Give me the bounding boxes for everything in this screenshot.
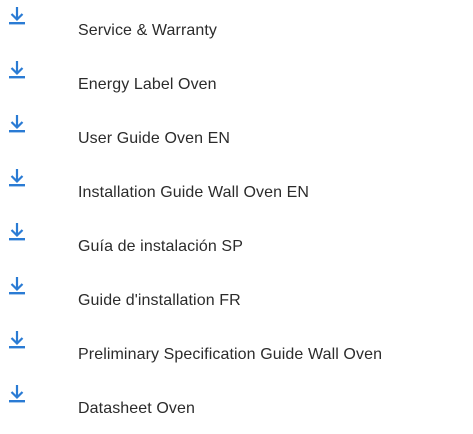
download-link-preliminary-specification-guide[interactable]: Preliminary Specification Guide Wall Ove…	[0, 324, 473, 378]
download-label: Datasheet Oven	[78, 400, 196, 417]
download-label: Guide d'installation FR	[78, 292, 241, 309]
download-link-service-warranty[interactable]: Service & Warranty	[0, 0, 473, 54]
download-link-guia-de-instalacion-sp[interactable]: Guía de instalación SP	[0, 216, 473, 270]
download-icon	[8, 330, 26, 350]
download-link-user-guide-oven-en[interactable]: User Guide Oven EN	[0, 108, 473, 162]
download-link-energy-label-oven[interactable]: Energy Label Oven	[0, 54, 473, 108]
download-label: Guía de instalación SP	[78, 238, 243, 255]
download-icon	[8, 222, 26, 242]
download-icon	[8, 6, 26, 26]
download-link-installation-guide-wall-oven-en[interactable]: Installation Guide Wall Oven EN	[0, 162, 473, 216]
download-icon	[8, 168, 26, 188]
download-link-guide-installation-fr[interactable]: Guide d'installation FR	[0, 270, 473, 324]
download-label: Installation Guide Wall Oven EN	[78, 184, 310, 201]
download-label: Service & Warranty	[78, 22, 218, 39]
download-label: Energy Label Oven	[78, 76, 217, 93]
download-label: Preliminary Specification Guide Wall Ove…	[78, 346, 383, 363]
download-icon	[8, 276, 26, 296]
download-icon	[8, 60, 26, 80]
download-icon	[8, 114, 26, 134]
download-label: User Guide Oven EN	[78, 130, 231, 147]
download-icon	[8, 384, 26, 404]
downloads-list: Service & Warranty Energy Label Oven Use…	[0, 0, 473, 434]
download-link-datasheet-oven[interactable]: Datasheet Oven	[0, 378, 473, 432]
